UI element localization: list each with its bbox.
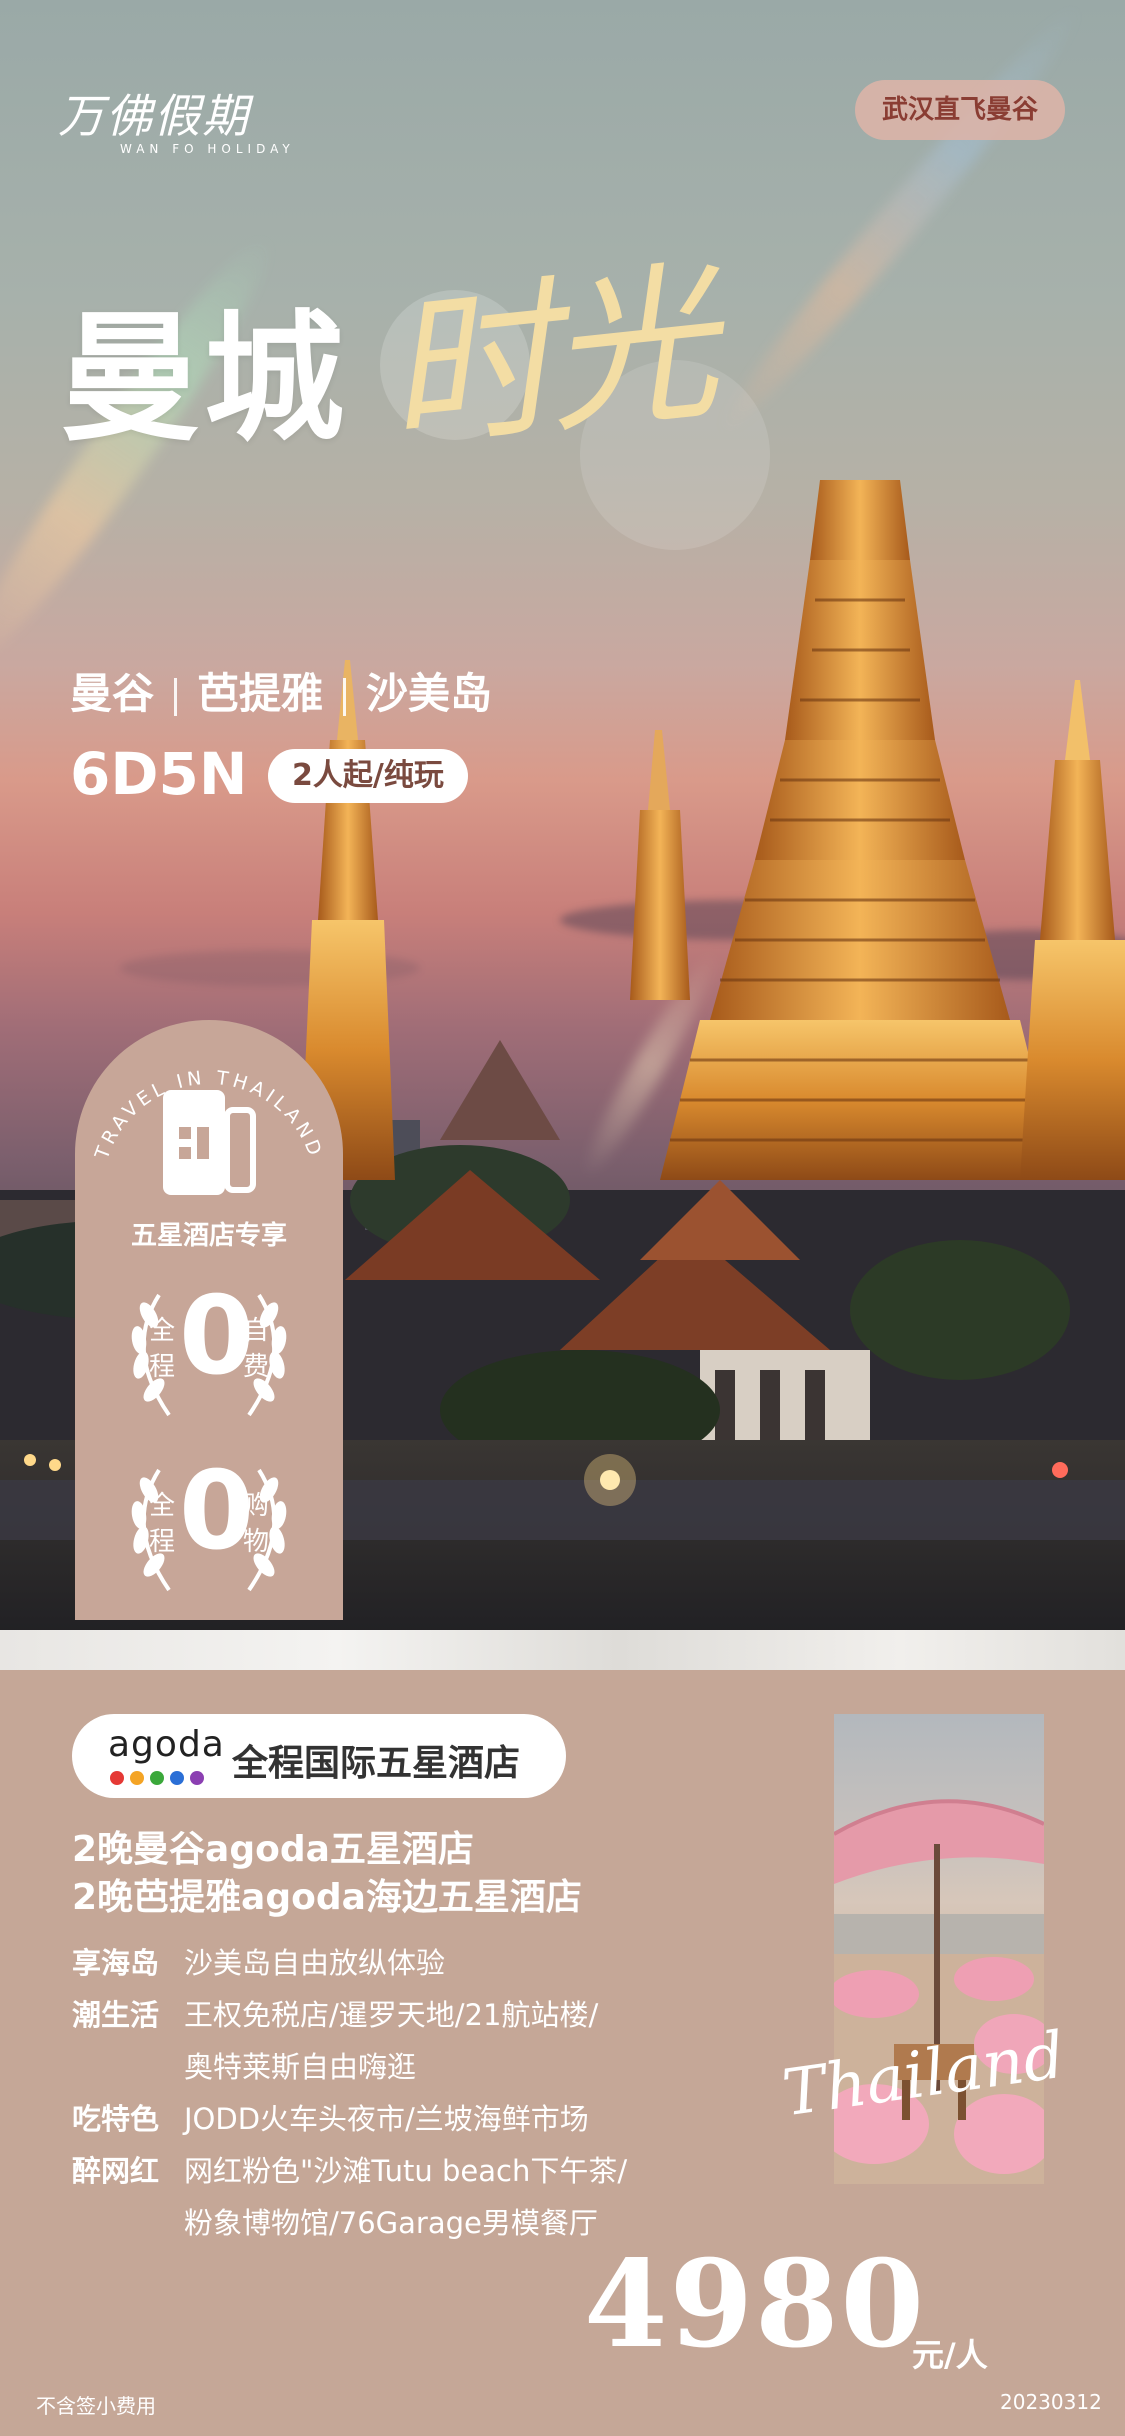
- destination-item: 芭提雅: [197, 669, 324, 718]
- badge-number: 0: [179, 1274, 255, 1399]
- hotel-line: 2晚曼谷agoda五星酒店: [72, 1829, 474, 1870]
- date-code: 20230312: [1000, 2390, 1102, 2414]
- agoda-dots-icon: [110, 1770, 210, 1789]
- feature-value: 网红粉色"沙滩Tutu beach下午茶/: [184, 2154, 628, 2188]
- feature-key: 吃特色: [72, 2102, 160, 2136]
- five-star-hotel-label: 五星酒店专享: [130, 1221, 287, 1251]
- feature-row: 潮生活 王权免税店/暹罗天地/21航站楼/: [72, 1992, 598, 2034]
- feature-row: 醉网红 网红粉色"沙滩Tutu beach下午茶/: [72, 2148, 627, 2190]
- feature-row: 享海岛 沙美岛自由放纵体验: [72, 1940, 445, 1982]
- agoda-hotel-pill: agoda 全程国际五星酒店: [72, 1714, 566, 1798]
- trip-duration: 6D5N: [70, 740, 248, 808]
- logo-text: 万佛假期: [58, 89, 250, 143]
- feature-value: 王权免税店/暹罗天地/21航站楼/: [184, 1998, 599, 2032]
- hotel-door-icon: [163, 1090, 256, 1195]
- feature-key: 潮生活: [72, 1998, 160, 2032]
- destination-list: 曼谷 芭提雅 沙美岛: [70, 660, 492, 721]
- badge-number: 0: [179, 1449, 255, 1574]
- destination-item: 曼谷: [70, 669, 155, 718]
- itinerary-details: agoda 全程国际五星酒店 2晚曼谷agoda五星酒店 2晚芭提雅agoda海…: [0, 1670, 1125, 2436]
- agoda-dot: [150, 1771, 164, 1785]
- price-unit: 元/人: [912, 2336, 988, 2374]
- hero-banner: 万佛假期 WAN FO HOLIDAY 武汉直飞曼谷 曼城 时光 曼谷 芭提雅 沙美…: [0, 0, 1125, 1660]
- hotel-line: 2晚芭提雅agoda海边五星酒店: [72, 1877, 582, 1918]
- price-amount: 4980: [584, 2234, 926, 2375]
- agoda-dot: [130, 1771, 144, 1785]
- divider: [343, 677, 347, 716]
- feature-value: 沙美岛自由放纵体验: [184, 1946, 446, 1980]
- route-tag: 武汉直飞曼谷: [855, 80, 1065, 140]
- agoda-dot: [170, 1771, 184, 1785]
- feature-key: 醉网红: [72, 2154, 160, 2188]
- light-streak: [704, 0, 1096, 448]
- headline-main: 曼城: [60, 298, 349, 461]
- zero-self-pay-badge: 全程 0 自费: [119, 1265, 299, 1435]
- zero-shopping-badge: 全程 0 购物: [119, 1440, 299, 1610]
- marble-divider: [0, 1630, 1125, 1670]
- footnote: 不含签小费用: [36, 2394, 156, 2418]
- feature-badge-panel: TRAVEL IN THAILAND 五星酒店专享 全程 0 自费 全程 0 购…: [75, 1020, 343, 1620]
- divider: [174, 677, 178, 716]
- feature-key: 享海岛: [72, 1946, 160, 1980]
- badge-left-text: 全程: [148, 1316, 175, 1382]
- feature-value: JODD火车头夜市/兰坡海鲜市场: [184, 2102, 589, 2136]
- group-tag: 2人起/纯玩: [268, 749, 468, 803]
- agoda-dot: [190, 1771, 204, 1785]
- agoda-dot: [110, 1771, 124, 1785]
- feature-row: 吃特色 JODD火车头夜市/兰坡海鲜市场: [72, 2096, 589, 2138]
- badge-left-text: 全程: [148, 1491, 175, 1557]
- feature-continuation: 奥特莱斯自由嗨逛: [184, 2050, 417, 2084]
- headline-script: 时光: [375, 244, 719, 476]
- agoda-logo: agoda: [108, 1724, 225, 1765]
- badge-right-text: 自费: [242, 1316, 269, 1382]
- logo-subtitle: WAN FO HOLIDAY: [120, 142, 295, 156]
- agoda-title: 全程国际五星酒店: [232, 1743, 521, 1784]
- badge-right-text: 购物: [242, 1491, 269, 1557]
- brand-logo: 万佛假期 WAN FO HOLIDAY: [58, 60, 338, 160]
- destination-item: 沙美岛: [366, 669, 493, 718]
- feature-continuation: 粉象博物馆/76Garage男模餐厅: [184, 2206, 598, 2240]
